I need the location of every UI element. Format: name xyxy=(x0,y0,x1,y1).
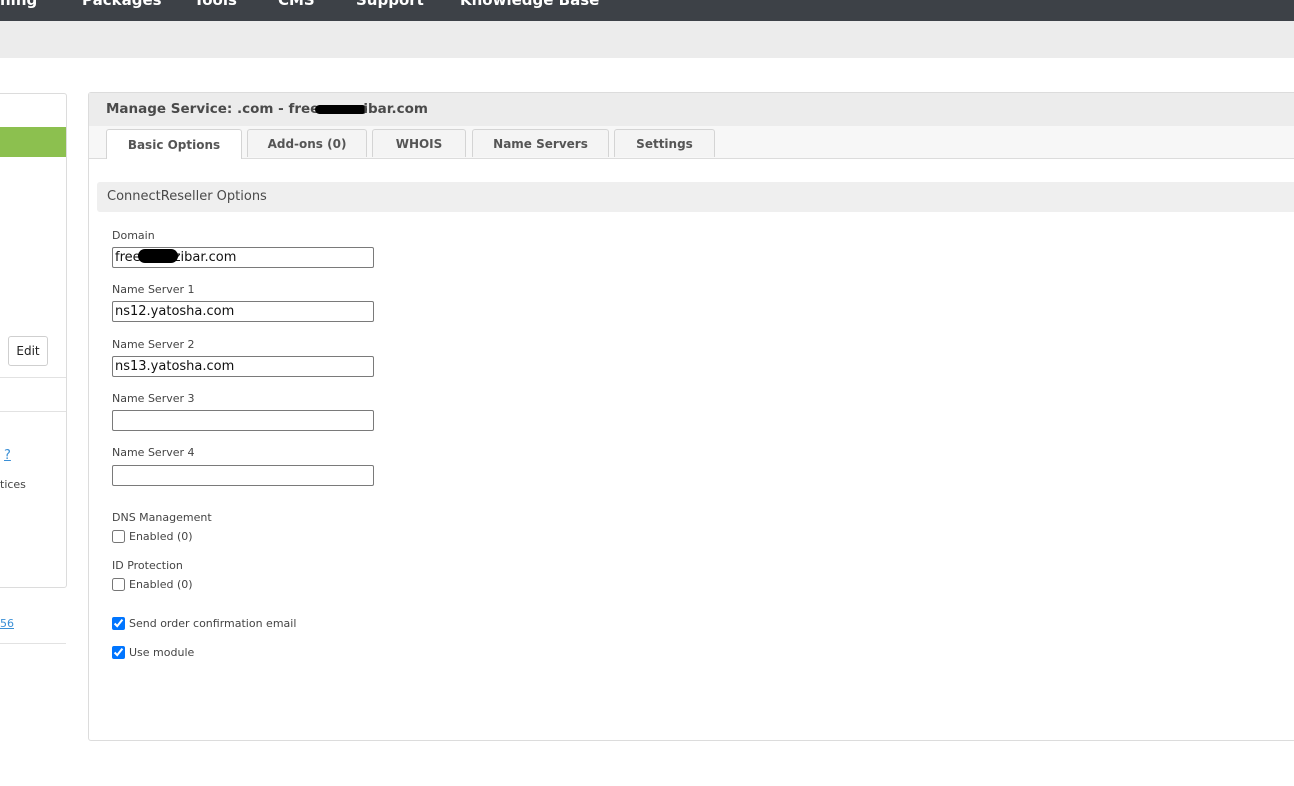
sidebar-link-fragment[interactable]: 56 xyxy=(0,617,14,630)
use-module-checkbox[interactable] xyxy=(112,646,125,659)
nav-item-support[interactable]: Support xyxy=(356,0,424,9)
id-protection-option-label: Enabled (0) xyxy=(129,578,193,591)
page-title: Manage Service: .com - free ibar.com xyxy=(106,101,428,117)
redaction-mark xyxy=(315,104,368,114)
id-protection-label: ID Protection xyxy=(112,559,183,572)
dns-management-option-label: Enabled (0) xyxy=(129,530,193,543)
nav-item-tools[interactable]: Tools xyxy=(194,0,237,9)
ns3-field[interactable] xyxy=(112,410,374,431)
sub-header-bar xyxy=(0,21,1294,58)
section-title: ConnectReseller Options xyxy=(107,189,267,204)
nav-item-cms[interactable]: CMS xyxy=(278,0,315,9)
title-suffix: ibar.com xyxy=(363,101,428,117)
dns-management-option[interactable]: Enabled (0) xyxy=(112,530,193,543)
manage-service-panel: Manage Service: .com - free ibar.com Basi… xyxy=(88,92,1294,741)
nav-item-knowledge-base[interactable]: Knowledge Base xyxy=(460,0,599,9)
ns4-field[interactable] xyxy=(112,465,374,486)
id-protection-checkbox[interactable] xyxy=(112,578,125,591)
sidebar-divider xyxy=(0,377,66,378)
ns1-label: Name Server 1 xyxy=(112,283,195,296)
id-protection-option[interactable]: Enabled (0) xyxy=(112,578,193,591)
panel-header: Manage Service: .com - free ibar.com xyxy=(89,93,1294,126)
tab-settings[interactable]: Settings xyxy=(614,129,715,157)
use-module-option[interactable]: Use module xyxy=(112,646,194,659)
send-confirmation-option[interactable]: Send order confirmation email xyxy=(112,617,296,630)
title-prefix: Manage Service: .com - free xyxy=(106,101,320,117)
dns-management-checkbox[interactable] xyxy=(112,530,125,543)
sidebar-text-fragment: tices xyxy=(0,478,26,491)
use-module-label: Use module xyxy=(129,646,195,659)
ns2-label: Name Server 2 xyxy=(112,338,195,351)
sidebar-divider xyxy=(0,643,66,644)
nav-item-packages[interactable]: Packages xyxy=(82,0,162,9)
ns4-label: Name Server 4 xyxy=(112,446,195,459)
help-link[interactable]: ? xyxy=(4,448,11,463)
ns1-field[interactable] xyxy=(112,301,374,322)
section-header: ConnectReseller Options xyxy=(97,182,1294,212)
redaction-mark xyxy=(138,249,178,263)
tab-addons[interactable]: Add-ons (0) xyxy=(247,129,367,157)
tab-name-servers[interactable]: Name Servers xyxy=(472,129,609,157)
tab-bar: Basic Options Add-ons (0) WHOIS Name Ser… xyxy=(89,126,1294,159)
send-confirmation-checkbox[interactable] xyxy=(112,617,125,630)
sidebar-green-header xyxy=(0,127,66,157)
tab-whois[interactable]: WHOIS xyxy=(372,129,466,157)
top-navigation: ning Packages Tools CMS Support Knowledg… xyxy=(0,0,1294,21)
sidebar-divider xyxy=(0,411,66,412)
tab-basic-options[interactable]: Basic Options xyxy=(106,129,242,159)
edit-button[interactable]: Edit xyxy=(8,336,48,366)
ns3-label: Name Server 3 xyxy=(112,392,195,405)
ns2-field[interactable] xyxy=(112,356,374,377)
send-confirmation-label: Send order confirmation email xyxy=(129,617,297,630)
nav-item-partial[interactable]: ning xyxy=(0,0,37,9)
domain-label: Domain xyxy=(112,229,155,242)
dns-management-label: DNS Management xyxy=(112,511,212,524)
